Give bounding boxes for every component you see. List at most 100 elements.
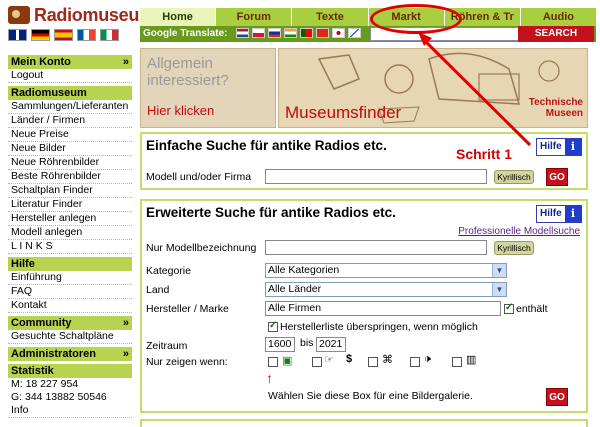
tab-forum[interactable]: Forum: [216, 8, 293, 26]
sidebar-item[interactable]: Neue Bilder: [8, 142, 132, 156]
sidebar-heading-label: Hilfe: [11, 258, 35, 270]
help-label: Hilfe: [540, 141, 562, 152]
sidebar-item[interactable]: Literatur Finder: [8, 198, 132, 212]
museum-finder-image[interactable]: Museumsfinder Technische Museen: [278, 48, 588, 128]
advanced-search-panel: Erweiterte Suche für antike Radios etc. …: [140, 199, 588, 413]
manufacturer-input[interactable]: Alle Firmen: [265, 301, 501, 316]
chevron-down-icon: ▼: [492, 283, 506, 296]
sidebar-item[interactable]: Schaltplan Finder: [8, 184, 132, 198]
info-icon: i: [565, 206, 581, 222]
kyrillisch-button[interactable]: Kyrillisch: [494, 170, 534, 184]
interest-promo[interactable]: Allgemein interessiert? Hier klicken: [140, 48, 276, 128]
up-arrow-icon: ↑: [266, 370, 273, 386]
sidebar-heading-community[interactable]: Community »: [8, 316, 132, 330]
step-annotation: Schritt 1: [456, 146, 513, 162]
tab-home[interactable]: Home: [140, 8, 217, 26]
contains-label: enthält: [516, 303, 548, 315]
translate-flag-icon[interactable]: [268, 28, 281, 38]
search-button[interactable]: SEARCH: [518, 26, 594, 42]
museumsfinder-banner[interactable]: Allgemein interessiert? Hier klicken Mus…: [140, 48, 588, 128]
site-logo[interactable]: Radiomuseum: [8, 4, 155, 28]
model-name-input[interactable]: [265, 240, 487, 255]
sidebar-item[interactable]: Modell anlegen: [8, 226, 132, 240]
picture-filter-checkbox[interactable]: [268, 357, 278, 367]
tube-filter-checkbox[interactable]: [452, 357, 462, 367]
model-company-input[interactable]: [265, 169, 487, 184]
sidebar-heading-radiomuseum: Radiomuseum: [8, 86, 132, 100]
flag-france-icon[interactable]: [77, 29, 96, 41]
expand-arrow-icon: »: [122, 56, 129, 68]
sidebar-item[interactable]: L I N K S: [8, 240, 132, 254]
sidebar-item[interactable]: Beste Röhrenbilder: [8, 170, 132, 184]
advanced-search-title: Erweiterte Suche für antike Radios etc.: [146, 205, 396, 220]
sidebar-item[interactable]: Neue Preise: [8, 128, 132, 142]
skip-list-checkbox[interactable]: [268, 320, 278, 332]
gallery-hint: Wählen Sie diese Box für eine Bildergale…: [268, 390, 473, 402]
translate-flags: [236, 28, 361, 38]
museen-label: Museen: [545, 108, 583, 119]
stats-members: M: 18 227 954: [11, 378, 79, 390]
category-select[interactable]: Alle Kategorien ▼: [265, 263, 507, 278]
simple-search-panel: Einfache Suche für antike Radios etc. Hi…: [140, 132, 588, 190]
country-label: Land: [146, 284, 170, 296]
camera-icon: ▣: [282, 355, 293, 367]
go-button[interactable]: GO: [546, 388, 568, 406]
country-select[interactable]: Alle Länder ▼: [265, 282, 507, 297]
schematic-filter-checkbox[interactable]: [368, 357, 378, 367]
sidebar-item[interactable]: FAQ: [8, 285, 132, 299]
translate-flag-icon[interactable]: [236, 28, 249, 38]
translate-flag-icon[interactable]: [252, 28, 265, 38]
translate-flag-icon[interactable]: [332, 28, 345, 38]
flag-spain-icon[interactable]: [54, 29, 73, 41]
sidebar-item[interactable]: Kontakt: [8, 299, 132, 313]
technische-label: Technische: [528, 97, 583, 108]
flag-germany-icon[interactable]: [31, 29, 50, 41]
schematic-icon: ⌘: [382, 354, 393, 366]
sidebar-item[interactable]: Gesuchte Schaltpläne: [8, 330, 132, 344]
sidebar-item-logout[interactable]: Logout: [8, 69, 132, 83]
help-button[interactable]: Hilfe i: [536, 205, 582, 223]
sidebar-heading-label: Administratoren: [11, 348, 96, 360]
sidebar-heading-mein-konto[interactable]: Mein Konto »: [8, 55, 132, 69]
go-button[interactable]: GO: [546, 168, 568, 186]
sidebar-item[interactable]: Neue Röhrenbilder: [8, 156, 132, 170]
period-label: Zeitraum: [146, 340, 188, 352]
sound-filter-checkbox[interactable]: [410, 357, 420, 367]
chevron-down-icon: ▼: [492, 264, 506, 277]
year-from-input[interactable]: 1600: [265, 337, 295, 352]
sidebar-item[interactable]: Länder / Firmen: [8, 114, 132, 128]
translate-flag-icon[interactable]: [348, 28, 361, 38]
technische-museen-label: Technische Museen: [529, 97, 583, 119]
flag-uk-icon[interactable]: [8, 29, 27, 41]
sidebar-heading-label: Radiomuseum: [11, 87, 87, 99]
sidebar-item-info[interactable]: Info: [8, 404, 132, 418]
tab-texte[interactable]: Texte: [292, 8, 369, 26]
language-flags: [8, 29, 119, 41]
year-to-input[interactable]: 2021: [316, 337, 346, 352]
sidebar-item[interactable]: Sammlungen/Lieferanten: [8, 100, 132, 114]
next-panel: [140, 419, 588, 427]
sidebar-heading-administratoren[interactable]: Administratoren »: [8, 347, 132, 361]
model-company-label: Modell und/oder Firma: [146, 171, 252, 183]
sidebar-item[interactable]: Einführung: [8, 271, 132, 285]
sidebar-heading-label: Community: [11, 317, 72, 329]
category-label: Kategorie: [146, 265, 191, 277]
price-filter-checkbox[interactable]: [312, 357, 322, 367]
show-only-label: Nur zeigen wenn:: [146, 356, 228, 368]
dollar-icon: $: [346, 353, 353, 365]
flag-italy-icon[interactable]: [100, 29, 119, 41]
translate-flag-icon[interactable]: [284, 28, 297, 38]
sidebar-heading-hilfe: Hilfe: [8, 257, 132, 271]
kyrillisch-button[interactable]: Kyrillisch: [494, 241, 534, 255]
professional-search-link[interactable]: Professionelle Modellsuche: [458, 226, 580, 237]
annotation-circle: [370, 4, 462, 34]
expand-arrow-icon: »: [122, 317, 129, 329]
promo-click-link[interactable]: Hier klicken: [147, 103, 214, 118]
contains-checkbox[interactable]: [504, 302, 514, 314]
help-button[interactable]: Hilfe i: [536, 138, 582, 156]
translate-flag-icon[interactable]: [316, 28, 329, 38]
tab-audio[interactable]: Audio: [520, 8, 597, 26]
sidebar-item[interactable]: Hersteller anlegen: [8, 212, 132, 226]
translate-flag-icon[interactable]: [300, 28, 313, 38]
brand-name: Radiomuseum: [34, 5, 155, 25]
